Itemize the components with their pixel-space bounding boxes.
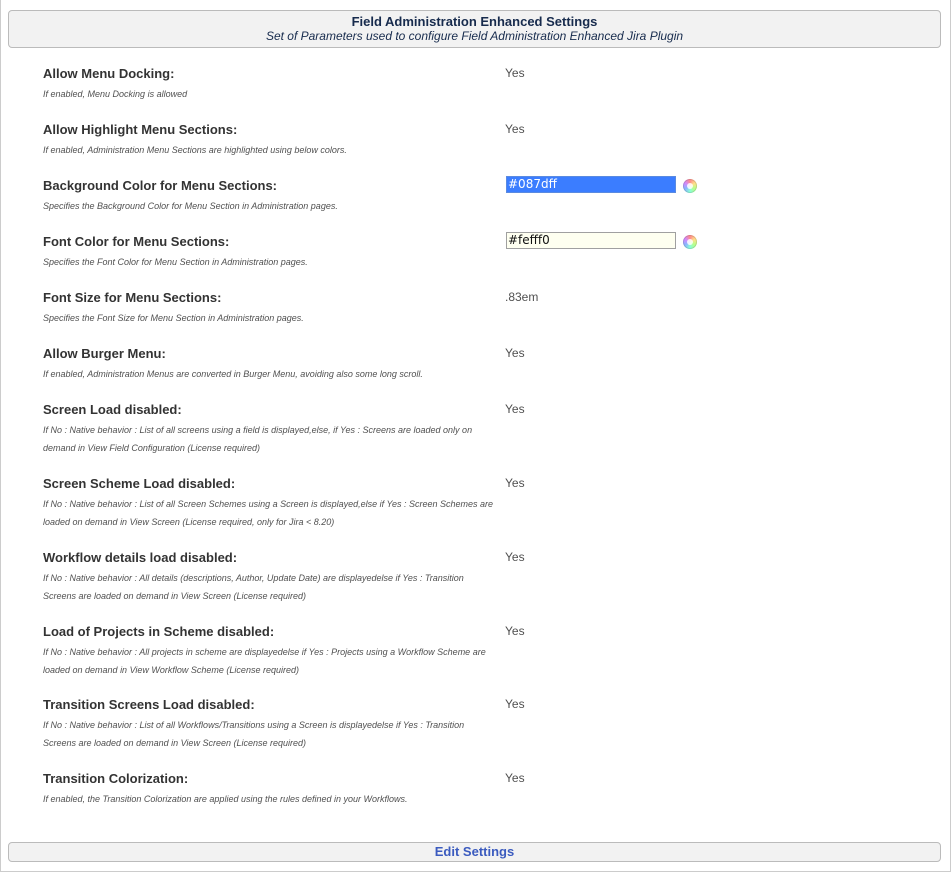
setting-label: Font Color for Menu Sections:	[43, 234, 230, 249]
setting-font-color: Font Color for Menu Sections: Specifies …	[43, 232, 903, 290]
setting-screen-scheme-load-disabled: Screen Scheme Load disabled: If No : Nat…	[43, 476, 903, 550]
setting-value: Yes	[505, 697, 525, 711]
setting-label: Screen Load disabled:	[43, 402, 182, 417]
setting-load-projects-in-scheme-disabled: Load of Projects in Scheme disabled: If …	[43, 624, 903, 697]
setting-allow-menu-docking: Allow Menu Docking: If enabled, Menu Doc…	[43, 66, 903, 122]
page-title: Field Administration Enhanced Settings	[351, 14, 598, 29]
color-wheel-icon[interactable]	[683, 235, 697, 249]
setting-description: If No : Native behavior : List of all Wo…	[43, 720, 465, 748]
settings-panel: Field Administration Enhanced Settings S…	[0, 0, 951, 872]
setting-description: If No : Native behavior : List of all sc…	[43, 425, 473, 453]
setting-transition-colorization: Transition Colorization: If enabled, the…	[43, 771, 903, 827]
setting-font-size: Font Size for Menu Sections: Specifies t…	[43, 290, 903, 346]
setting-description: If enabled, the Transition Colorization …	[43, 794, 408, 804]
setting-value: Yes	[505, 476, 525, 490]
setting-label: Transition Colorization:	[43, 771, 189, 786]
setting-label: Workflow details load disabled:	[43, 550, 238, 565]
setting-transition-screens-load-disabled: Transition Screens Load disabled: If No …	[43, 697, 903, 771]
setting-allow-burger-menu: Allow Burger Menu: If enabled, Administr…	[43, 346, 903, 402]
setting-description: If enabled, Administration Menus are con…	[43, 369, 423, 379]
background-color-field[interactable]: #087dff	[506, 176, 676, 193]
setting-value: .83em	[505, 290, 539, 304]
setting-workflow-details-load-disabled: Workflow details load disabled: If No : …	[43, 550, 903, 624]
setting-description: If enabled, Administration Menu Sections…	[43, 145, 347, 155]
settings-list: Allow Menu Docking: If enabled, Menu Doc…	[43, 66, 903, 827]
setting-description: Specifies the Background Color for Menu …	[43, 201, 338, 211]
setting-label: Allow Burger Menu:	[43, 346, 166, 361]
settings-header: Field Administration Enhanced Settings S…	[8, 10, 941, 48]
setting-label: Load of Projects in Scheme disabled:	[43, 624, 275, 639]
setting-description: Specifies the Font Color for Menu Sectio…	[43, 257, 308, 267]
settings-footer: Edit Settings	[8, 842, 941, 862]
setting-description: If No : Native behavior : All details (d…	[43, 573, 464, 601]
setting-label: Screen Scheme Load disabled:	[43, 476, 236, 491]
setting-description: If No : Native behavior : All projects i…	[43, 647, 486, 675]
setting-value: Yes	[505, 550, 525, 564]
setting-description: If enabled, Menu Docking is allowed	[43, 89, 188, 99]
setting-label: Transition Screens Load disabled:	[43, 697, 255, 712]
setting-description: If No : Native behavior : List of all Sc…	[43, 499, 494, 527]
setting-value: Yes	[505, 624, 525, 638]
setting-screen-load-disabled: Screen Load disabled: If No : Native beh…	[43, 402, 903, 476]
setting-label: Allow Highlight Menu Sections:	[43, 122, 238, 137]
page-subtitle: Set of Parameters used to configure Fiel…	[265, 29, 684, 43]
setting-label: Background Color for Menu Sections:	[43, 178, 278, 193]
font-color-field[interactable]: #fefff0	[506, 232, 676, 249]
setting-label: Font Size for Menu Sections:	[43, 290, 222, 305]
setting-value: Yes	[505, 402, 525, 416]
setting-label: Allow Menu Docking:	[43, 66, 175, 81]
setting-description: Specifies the Font Size for Menu Section…	[43, 313, 304, 323]
edit-settings-button[interactable]: Edit Settings	[435, 843, 514, 861]
color-wheel-icon[interactable]	[683, 179, 697, 193]
setting-allow-highlight-menu-sections: Allow Highlight Menu Sections: If enable…	[43, 122, 903, 178]
setting-value: Yes	[505, 346, 525, 360]
setting-value: Yes	[505, 66, 525, 80]
setting-value: Yes	[505, 771, 525, 785]
setting-value: Yes	[505, 122, 525, 136]
setting-background-color: Background Color for Menu Sections: Spec…	[43, 176, 903, 234]
